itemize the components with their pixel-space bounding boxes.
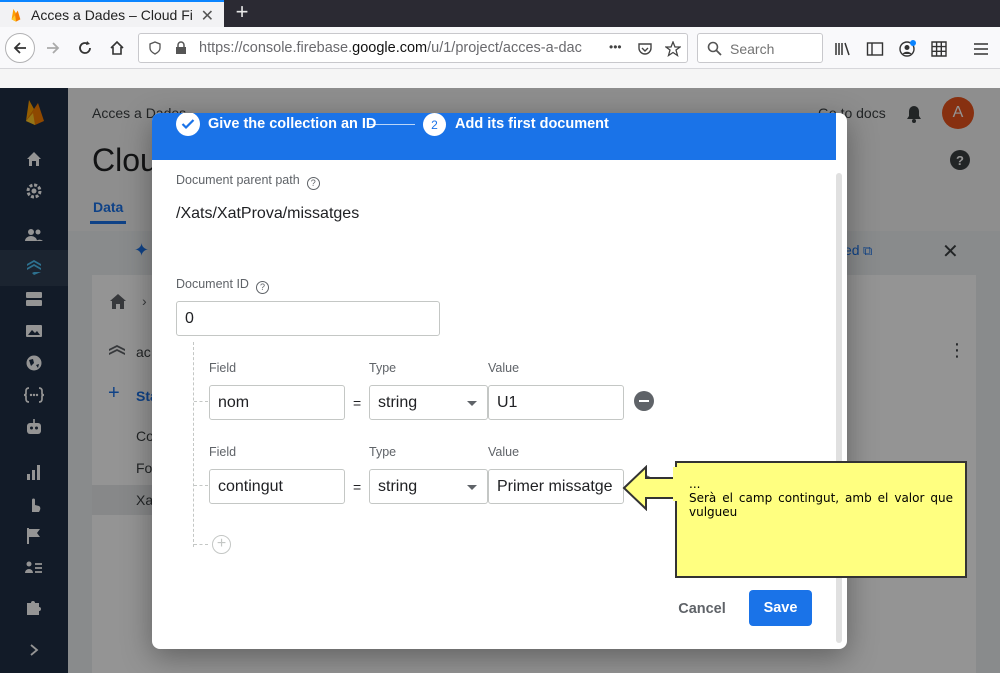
field-tree-branch xyxy=(194,544,208,545)
browser-tab[interactable]: Acces a Dades – Cloud Fi ✕ xyxy=(0,0,224,27)
type-label: Type xyxy=(369,361,397,375)
url-prefix: https://console.firebase. xyxy=(199,40,353,56)
equals-sign: = xyxy=(353,479,362,495)
help-icon[interactable]: ? xyxy=(255,281,269,294)
document-id-label-text: Document ID xyxy=(176,277,249,291)
document-id-label: Document ID? xyxy=(176,277,269,294)
parent-path-value: /Xats/XatProva/missatges xyxy=(176,205,360,222)
shield-icon[interactable] xyxy=(149,41,161,55)
help-icon[interactable]: ? xyxy=(306,177,320,190)
step1-check-icon xyxy=(176,113,200,136)
field-tree-line xyxy=(193,342,194,547)
library-icon[interactable] xyxy=(834,40,852,58)
callout-line: ... xyxy=(689,477,701,491)
field-value-input[interactable]: U1 xyxy=(488,385,624,420)
equals-sign: = xyxy=(353,395,362,411)
parent-path-label: Document parent path? xyxy=(176,173,320,190)
url-bar[interactable]: https://console.firebase.google.com/u/1/… xyxy=(138,33,688,63)
remove-field-icon[interactable] xyxy=(634,391,654,411)
add-field-icon[interactable]: + xyxy=(212,535,231,554)
dropdown-caret-icon xyxy=(467,401,477,406)
field-label: Field xyxy=(209,361,237,375)
field-tree-branch xyxy=(194,485,208,486)
home-button[interactable] xyxy=(102,33,132,63)
field-tree-branch xyxy=(194,401,208,402)
home-icon xyxy=(110,40,124,55)
bookmark-star-icon[interactable] xyxy=(665,41,681,57)
type-select[interactable]: string xyxy=(369,469,488,504)
parent-path-label-text: Document parent path xyxy=(176,173,300,187)
annotation-callout: ... Serà el camp contingut, amb el valor… xyxy=(675,461,967,578)
type-label: Type xyxy=(369,445,397,459)
pocket-icon[interactable] xyxy=(637,41,653,57)
type-select[interactable]: string xyxy=(369,385,488,420)
cancel-button[interactable]: Cancel xyxy=(666,594,738,624)
value-label: Value xyxy=(488,361,520,375)
account-icon[interactable] xyxy=(898,40,916,58)
url-domain: google.com xyxy=(352,40,428,56)
field-label: Field xyxy=(209,445,237,459)
browser-tab-strip: Acces a Dades – Cloud Fi ✕ + xyxy=(0,0,1000,27)
menu-icon[interactable] xyxy=(972,40,990,58)
close-tab-icon[interactable]: ✕ xyxy=(201,6,214,26)
sidebar-toggle-icon[interactable] xyxy=(866,40,884,58)
url-text: https://console.firebase.google.com/u/1/… xyxy=(199,40,599,56)
forward-arrow-icon xyxy=(47,42,60,54)
firebase-favicon-icon xyxy=(11,8,21,22)
step2-label: Add its first document xyxy=(455,116,609,132)
type-select-value: string xyxy=(378,394,418,411)
stepper-connector xyxy=(367,124,415,125)
browser-navbar: https://console.firebase.google.com/u/1/… xyxy=(0,27,1000,69)
url-suffix: /u/1/project/acces-a-dac xyxy=(427,40,582,56)
extensions-grid-icon[interactable] xyxy=(930,40,948,58)
search-placeholder: Search xyxy=(730,41,775,57)
callout-joint xyxy=(673,467,679,501)
field-name-input[interactable]: contingut xyxy=(209,469,345,504)
search-icon xyxy=(707,41,722,56)
type-select-value: string xyxy=(378,478,418,495)
value-label: Value xyxy=(488,445,520,459)
callout-line: Serà el camp contingut, amb el valor que… xyxy=(689,491,953,519)
document-id-input[interactable]: 0 xyxy=(176,301,440,336)
back-arrow-icon xyxy=(13,42,26,54)
step2-number: 2 xyxy=(423,113,446,136)
field-value-input[interactable]: Primer missatge xyxy=(488,469,624,504)
callout-arrow-icon xyxy=(622,465,680,511)
lock-icon[interactable] xyxy=(175,41,187,55)
search-bar[interactable]: Search xyxy=(697,33,823,63)
back-button[interactable] xyxy=(5,33,35,63)
reload-button[interactable] xyxy=(70,33,100,63)
forward-button[interactable] xyxy=(38,33,68,63)
save-button[interactable]: Save xyxy=(749,590,812,626)
reload-icon xyxy=(79,41,91,54)
step1-label: Give the collection an ID xyxy=(208,116,377,132)
dialog-stepper: Give the collection an ID 2 Add its firs… xyxy=(152,113,836,160)
page-actions-icon[interactable]: ••• xyxy=(609,40,622,54)
new-tab-icon[interactable]: + xyxy=(232,0,252,27)
callout-text: ... Serà el camp contingut, amb el valor… xyxy=(689,477,953,519)
dropdown-caret-icon xyxy=(467,485,477,490)
field-name-input[interactable]: nom xyxy=(209,385,345,420)
browser-tab-title: Acces a Dades – Cloud Fi xyxy=(31,6,193,23)
